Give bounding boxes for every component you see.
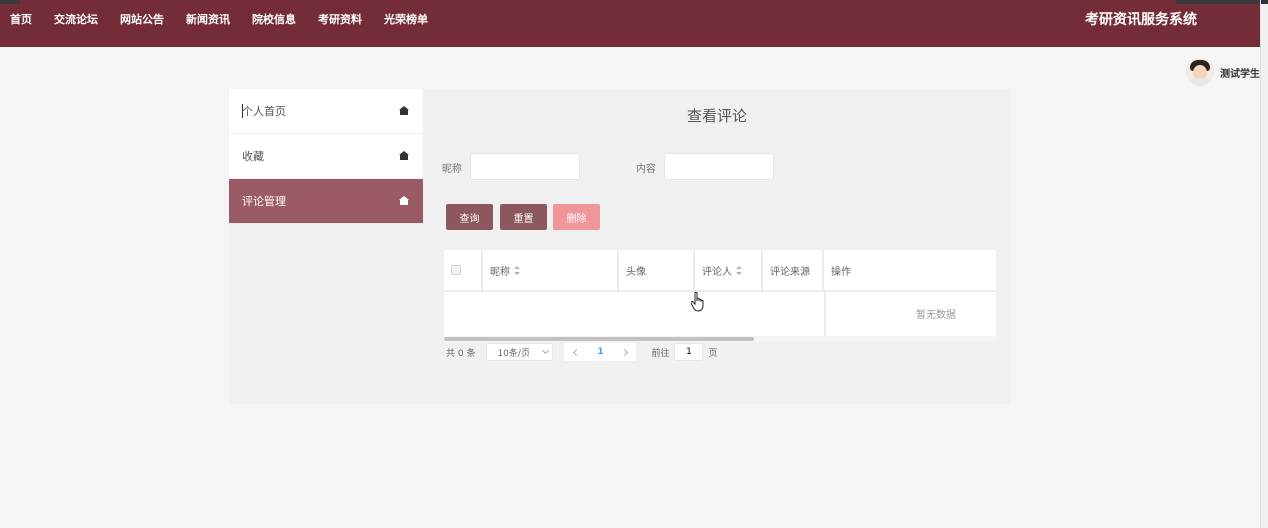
content-label: 内容 [636, 164, 656, 175]
main-panel: 查看评论 昵称 内容 查询 重置 删除 昵称 头像 评论人 评论来源 操作 暂无… [423, 89, 1011, 404]
page-title: 查看评论 [686, 107, 747, 125]
nav-honor-list[interactable]: 光荣榜单 [384, 0, 428, 47]
sidebar: 个人首页 收藏 评论管理 [229, 89, 423, 404]
pagination: 共 0 条 10条/页 1 前往 页 [446, 343, 717, 361]
goto-page-input[interactable] [674, 343, 704, 361]
window-corner-left [0, 0, 20, 4]
nav-schools[interactable]: 院校信息 [252, 0, 296, 47]
table-horizontal-scrollbar[interactable] [444, 336, 996, 342]
chevron-left-icon [572, 348, 580, 356]
home-icon [399, 151, 409, 161]
column-actions: 操作 [831, 266, 851, 278]
current-page-number[interactable]: 1 [588, 347, 612, 357]
sidebar-item-label: 收藏 [242, 150, 264, 163]
reset-button[interactable]: 重置 [500, 204, 547, 230]
sort-icon[interactable] [514, 265, 520, 275]
page-navigation: 1 [564, 343, 637, 361]
content-input[interactable] [664, 153, 774, 180]
goto-label: 前往 [651, 348, 670, 359]
table-body: 暂无数据 [444, 292, 996, 336]
avatar-icon[interactable] [1186, 58, 1214, 86]
sidebar-item-comment-management[interactable]: 评论管理 [229, 179, 423, 224]
window-corner-right [1176, 0, 1260, 4]
delete-button[interactable]: 删除 [553, 204, 600, 230]
user-profile[interactable]: 测试学生 [1186, 58, 1260, 86]
top-nav-bar: 首页 交流论坛 网站公告 新闻资讯 院校信息 考研资料 光荣榜单 考研资讯服务系… [0, 0, 1260, 47]
nav-home[interactable]: 首页 [10, 0, 32, 47]
sidebar-item-personal-home[interactable]: 个人首页 [229, 89, 423, 134]
column-comment-source: 评论来源 [763, 250, 824, 290]
nav-news[interactable]: 新闻资讯 [186, 0, 230, 47]
select-all-checkbox[interactable] [451, 265, 461, 275]
sidebar-item-label: 个人首页 [242, 105, 286, 118]
hand-cursor-icon [691, 292, 704, 312]
goto-suffix: 页 [708, 348, 718, 359]
comments-table: 昵称 头像 评论人 评论来源 操作 暂无数据 [444, 250, 996, 342]
query-button[interactable]: 查询 [446, 204, 493, 230]
column-avatar: 头像 [619, 250, 695, 290]
nickname-input[interactable] [470, 153, 580, 180]
sort-icon[interactable] [736, 265, 742, 275]
user-name: 测试学生 [1220, 68, 1260, 80]
site-title: 考研资讯服务系统 [1085, 12, 1197, 28]
home-icon [399, 106, 409, 116]
chevron-down-icon [542, 346, 550, 355]
nav-announcements[interactable]: 网站公告 [120, 0, 164, 47]
text-cursor-icon [242, 104, 243, 118]
nickname-label: 昵称 [442, 164, 462, 175]
sidebar-item-favorites[interactable]: 收藏 [229, 134, 423, 179]
nav-forum[interactable]: 交流论坛 [54, 0, 98, 47]
page-scrollbar[interactable] [1260, 0, 1268, 528]
prev-page-button[interactable] [564, 343, 588, 361]
chevron-right-icon [620, 348, 628, 356]
select-all-header [444, 250, 483, 290]
column-nickname[interactable]: 昵称 [483, 250, 619, 290]
sidebar-item-label: 评论管理 [242, 195, 286, 208]
table-header: 昵称 头像 评论人 评论来源 操作 [444, 250, 996, 292]
nav-materials[interactable]: 考研资料 [318, 0, 362, 47]
total-count: 共 0 条 [446, 348, 476, 359]
column-commenter[interactable]: 评论人 [695, 250, 763, 290]
page-size-select[interactable]: 10条/页 [486, 343, 554, 361]
next-page-button[interactable] [612, 343, 636, 361]
empty-state-text: 暂无数据 [916, 310, 956, 321]
home-icon [399, 196, 409, 206]
